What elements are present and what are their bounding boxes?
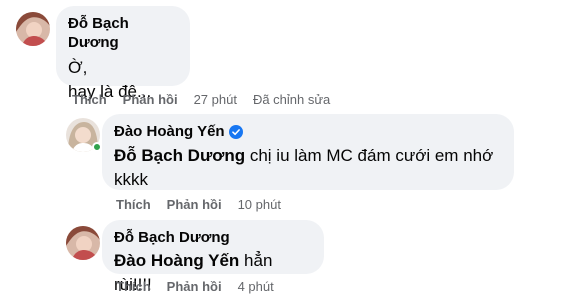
comment-actions: Thích Phản hồi 10 phút (116, 197, 297, 213)
edited-label: Đã chỉnh sửa (252, 92, 331, 107)
comment-author[interactable]: Đỗ Bạch Dương (68, 14, 178, 52)
online-status-indicator (92, 142, 102, 152)
comment-actions: Thích Phản hồi 4 phút (116, 279, 290, 295)
like-button[interactable]: Thích (72, 92, 107, 108)
comment-text-line: Ờ, (68, 58, 88, 77)
comment-author[interactable]: Đỗ Bạch Dương (114, 228, 312, 247)
avatar[interactable] (66, 226, 100, 260)
mention-link[interactable]: Đào Hoàng Yến (114, 251, 239, 270)
reply-button[interactable]: Phản hồi (167, 279, 222, 295)
profile-photo-icon (16, 12, 50, 46)
like-button[interactable]: Thích (116, 279, 151, 295)
comment-text: Đỗ Bạch Dương chị iu làm MC đám cưới em … (114, 144, 502, 168)
comment-timestamp[interactable]: 27 phút (194, 92, 237, 108)
reply-button[interactable]: Phản hồi (123, 92, 178, 108)
comment-author-row: Đào Hoàng Yến (114, 122, 502, 141)
comment-actions: Thích Phản hồi 27 phút Đã chỉnh sửa (72, 92, 330, 108)
comment-body: chị iu làm MC đám cưới em nhớ (245, 146, 494, 165)
comment-bubble: Đỗ Bạch Dương Ờ, hay là đê... (56, 6, 190, 101)
comment-bubble: Đỗ Bạch Dương Đào Hoàng Yến hẳn rùi!!!! (102, 220, 324, 294)
comment-bubble: Đào Hoàng Yến Đỗ Bạch Dương chị iu làm M… (102, 114, 514, 190)
profile-photo-icon (66, 226, 100, 260)
avatar[interactable] (16, 12, 50, 46)
mention-link[interactable]: Đỗ Bạch Dương (114, 146, 245, 165)
verified-badge-icon (228, 124, 243, 139)
comment-author[interactable]: Đào Hoàng Yến (114, 122, 225, 141)
comment-timestamp[interactable]: 10 phút (238, 197, 281, 213)
comment-text-line: kkkk (114, 170, 148, 189)
reply-button[interactable]: Phản hồi (167, 197, 222, 213)
comment-timestamp[interactable]: 4 phút (238, 279, 274, 295)
like-button[interactable]: Thích (116, 197, 151, 213)
